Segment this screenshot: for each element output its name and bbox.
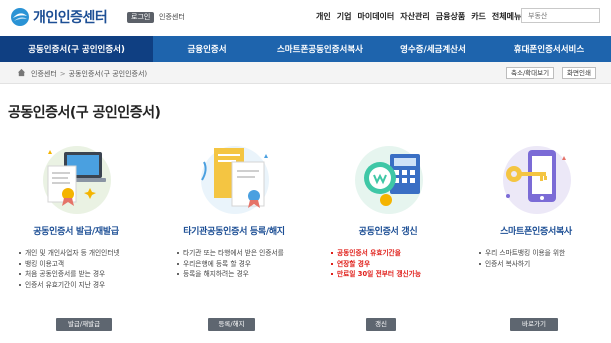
register-button[interactable]: 등록/해지 bbox=[208, 318, 255, 331]
card-description: 타기관 또는 타행에서 받은 인증서를 우리은행에 등록 할 경우 등록을 해지… bbox=[176, 248, 301, 280]
zoom-button[interactable]: 축소/확대보기 bbox=[506, 67, 555, 79]
smartphone-key-icon bbox=[503, 146, 571, 214]
breadcrumb-separator: > bbox=[59, 70, 66, 78]
card-title: 스마트폰인증서복사 bbox=[500, 227, 572, 237]
tab-receipt-tax-invoice[interactable]: 영수증/세금계산서 bbox=[379, 36, 487, 62]
card-renew: 공동인증서 갱신 공동인증서 유효기간을 연장할 경우 만료일 30일 전부터 … bbox=[318, 140, 458, 336]
issue-button[interactable]: 발급/재발급 bbox=[56, 318, 112, 331]
topnav-business[interactable]: 기업 bbox=[337, 11, 352, 22]
card-desc-item: 뱅킹 이용고객 bbox=[18, 259, 143, 270]
card-desc-item: 인증서 유효기간이 지난 경우 bbox=[18, 280, 143, 291]
topnav-personal[interactable]: 개인 bbox=[316, 11, 331, 22]
print-button[interactable]: 화면인쇄 bbox=[562, 67, 596, 79]
logo-text: 개인인증센터 bbox=[33, 10, 108, 26]
search-input[interactable] bbox=[522, 9, 599, 22]
card-desc-item: 등록을 해지하려는 경우 bbox=[176, 269, 301, 280]
renewal-calculator-icon bbox=[355, 146, 423, 214]
topnav-allmenu[interactable]: 전체메뉴 bbox=[492, 11, 521, 22]
center-link[interactable]: 인증센터 bbox=[159, 12, 185, 23]
card-desc-item: 인증서 복사하기 bbox=[478, 259, 603, 270]
login-button[interactable]: 로그인 bbox=[127, 12, 155, 23]
breadcrumb: 인증센터 > 공동인증서(구 공인인증서) bbox=[31, 69, 147, 79]
laptop-certificate-icon bbox=[43, 146, 111, 214]
topnav-products[interactable]: 금융상품 bbox=[436, 11, 465, 22]
card-smartphone-copy: 스마트폰인증서복사 우리 스마트뱅킹 이용을 위한 인증서 복사하기 바로가기 bbox=[466, 140, 606, 336]
card-issue: 공동인증서 발급/재발급 개인 및 개인사업자 등 개인인터넷 뱅킹 이용고객 … bbox=[6, 140, 146, 336]
tab-financial-certificate[interactable]: 금융인증서 bbox=[153, 36, 261, 62]
page-title: 공동인증서(구 공인인증서) bbox=[8, 105, 161, 121]
topnav-card[interactable]: 카드 bbox=[471, 11, 486, 22]
main-nav: 공동인증서(구 공인인증서) 금융인증서 스마트폰공동인증서복사 영수증/세금계… bbox=[0, 36, 611, 62]
logo-icon bbox=[11, 8, 29, 26]
card-desc-item: 우리 스마트뱅킹 이용을 위한 bbox=[478, 248, 603, 259]
card-title: 공동인증서 발급/재발급 bbox=[33, 227, 119, 237]
top-nav: 개인 기업 마이데이터 자산관리 금융상품 카드 전체메뉴 bbox=[316, 11, 521, 22]
tab-joint-certificate[interactable]: 공동인증서(구 공인인증서) bbox=[0, 36, 153, 62]
card-description: 공동인증서 유효기간을 연장할 경우 만료일 30일 전부터 갱신가능 bbox=[330, 248, 455, 280]
tab-mobile-cert-service[interactable]: 휴대폰인증서서비스 bbox=[487, 36, 611, 62]
tab-smartphone-copy[interactable]: 스마트폰공동인증서복사 bbox=[261, 36, 379, 62]
breadcrumb-item[interactable]: 인증센터 bbox=[31, 70, 57, 78]
topnav-mydata[interactable]: 마이데이터 bbox=[357, 11, 394, 22]
card-desc-item: 공동인증서 유효기간을 bbox=[330, 248, 455, 259]
topnav-assets[interactable]: 자산관리 bbox=[400, 11, 429, 22]
breadcrumb-current: 공동인증서(구 공인인증서) bbox=[68, 70, 148, 78]
top-header: 개인인증센터 로그인 인증센터 개인 기업 마이데이터 자산관리 금융상품 카드… bbox=[0, 0, 611, 36]
card-desc-item: 개인 및 개인사업자 등 개인인터넷 bbox=[18, 248, 143, 259]
go-button[interactable]: 바로가기 bbox=[510, 318, 558, 331]
card-desc-item: 만료일 30일 전부터 갱신가능 bbox=[330, 269, 455, 280]
breadcrumb-bar: 인증센터 > 공동인증서(구 공인인증서) 축소/확대보기 화면인쇄 bbox=[0, 62, 611, 84]
card-description: 우리 스마트뱅킹 이용을 위한 인증서 복사하기 bbox=[478, 248, 603, 269]
card-desc-item: 타기관 또는 타행에서 받은 인증서를 bbox=[176, 248, 301, 259]
card-title: 타기관공동인증서 등록/해지 bbox=[183, 227, 285, 237]
search-box bbox=[521, 8, 600, 23]
renew-button[interactable]: 갱신 bbox=[366, 318, 396, 331]
card-title: 공동인증서 갱신 bbox=[358, 227, 418, 237]
card-register: 타기관공동인증서 등록/해지 타기관 또는 타행에서 받은 인증서를 우리은행에… bbox=[164, 140, 304, 336]
card-description: 개인 및 개인사업자 등 개인인터넷 뱅킹 이용고객 처음 공동인증서를 받는 … bbox=[18, 248, 143, 290]
card-desc-item: 처음 공동인증서를 받는 경우 bbox=[18, 269, 143, 280]
home-icon[interactable] bbox=[17, 68, 26, 77]
card-desc-item: 우리은행에 등록 할 경우 bbox=[176, 259, 301, 270]
card-desc-item: 연장할 경우 bbox=[330, 259, 455, 270]
logo[interactable]: 개인인증센터 bbox=[10, 7, 108, 27]
document-ribbon-icon bbox=[201, 146, 269, 214]
